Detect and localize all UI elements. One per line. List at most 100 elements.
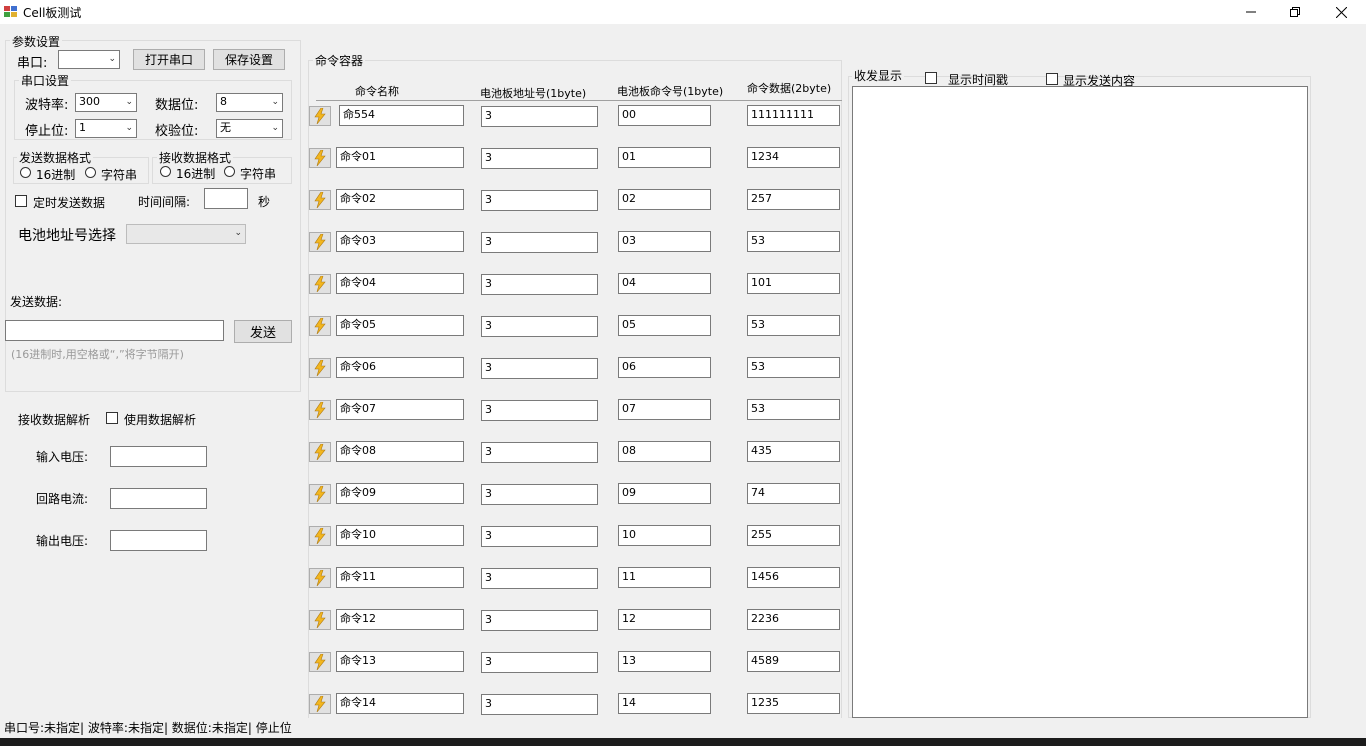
battery-addr-field[interactable]: 3 (481, 568, 598, 589)
battery-cmd-field[interactable]: 12 (618, 609, 711, 630)
send-hex-radio[interactable] (20, 167, 31, 178)
open-port-button[interactable]: 打开串口 (133, 49, 205, 70)
battery-addr-field[interactable]: 3 (481, 148, 598, 169)
command-data-field[interactable]: 1235 (747, 693, 840, 714)
battery-cmd-field[interactable]: 01 (618, 147, 711, 168)
command-name-field[interactable]: 命令13 (336, 651, 464, 672)
battery-addr-field[interactable]: 3 (481, 232, 598, 253)
send-button[interactable]: 发送 (234, 320, 292, 343)
show-timestamp-checkbox[interactable] (925, 72, 937, 84)
command-name-field[interactable]: 命令04 (336, 273, 464, 294)
command-data-field[interactable]: 53 (747, 315, 840, 336)
send-command-button[interactable] (309, 358, 331, 378)
command-name-field[interactable]: 命令10 (336, 525, 464, 546)
command-data-field[interactable]: 1456 (747, 567, 840, 588)
interval-input[interactable] (204, 188, 248, 209)
command-data-field[interactable]: 74 (747, 483, 840, 504)
battery-addr-field[interactable]: 3 (481, 484, 598, 505)
send-command-button[interactable] (309, 568, 331, 588)
command-name-field[interactable]: 命令06 (336, 357, 464, 378)
battery-addr-field[interactable]: 3 (481, 400, 598, 421)
send-command-button[interactable] (309, 190, 331, 210)
baud-select[interactable]: 300 ⌄ (75, 93, 137, 112)
command-name-field[interactable]: 命令11 (336, 567, 464, 588)
stopbits-select[interactable]: 1 ⌄ (75, 119, 137, 138)
command-data-field[interactable]: 4589 (747, 651, 840, 672)
send-data-input[interactable] (5, 320, 224, 341)
battery-addr-field[interactable]: 3 (481, 610, 598, 631)
command-name-field[interactable]: 命令09 (336, 483, 464, 504)
send-command-button[interactable] (309, 442, 331, 462)
output-voltage-field[interactable] (110, 530, 207, 551)
send-command-button[interactable] (309, 232, 331, 252)
battery-addr-field[interactable]: 3 (481, 358, 598, 379)
send-command-button[interactable] (309, 148, 331, 168)
command-data-field[interactable]: 111111111 (747, 105, 840, 126)
battery-cmd-field[interactable]: 14 (618, 693, 711, 714)
battery-addr-field[interactable]: 3 (481, 106, 598, 127)
command-name-field[interactable]: 命令03 (336, 231, 464, 252)
command-name-field[interactable]: 命令01 (336, 147, 464, 168)
battery-cmd-field[interactable]: 07 (618, 399, 711, 420)
command-data-field[interactable]: 53 (747, 357, 840, 378)
command-name-field[interactable]: 命令07 (336, 399, 464, 420)
command-name-field[interactable]: 命554 (339, 105, 464, 126)
battery-addr-field[interactable]: 3 (481, 316, 598, 337)
command-name-field[interactable]: 命令05 (336, 315, 464, 336)
battery-cmd-field[interactable]: 08 (618, 441, 711, 462)
send-command-button[interactable] (309, 274, 331, 294)
battery-addr-field[interactable]: 3 (481, 652, 598, 673)
send-command-button[interactable] (309, 694, 331, 714)
command-data-field[interactable]: 257 (747, 189, 840, 210)
battery-cmd-field[interactable]: 00 (618, 105, 711, 126)
battery-cmd-field[interactable]: 11 (618, 567, 711, 588)
loop-current-field[interactable] (110, 488, 207, 509)
send-command-button[interactable] (309, 106, 331, 126)
command-name-field[interactable]: 命令12 (336, 609, 464, 630)
battery-cmd-field[interactable]: 10 (618, 525, 711, 546)
battery-cmd-field[interactable]: 13 (618, 651, 711, 672)
battery-cmd-field[interactable]: 04 (618, 273, 711, 294)
command-name-field[interactable]: 命令02 (336, 189, 464, 210)
send-command-button[interactable] (309, 400, 331, 420)
battery-addr-field[interactable]: 3 (481, 442, 598, 463)
command-data-field[interactable]: 53 (747, 399, 840, 420)
command-name-field[interactable]: 命令08 (336, 441, 464, 462)
battery-cmd-field[interactable]: 02 (618, 189, 711, 210)
battery-cmd-field[interactable]: 06 (618, 357, 711, 378)
send-str-radio[interactable] (85, 167, 96, 178)
battery-cmd-field[interactable]: 03 (618, 231, 711, 252)
battery-addr-field[interactable]: 3 (481, 190, 598, 211)
parity-select[interactable]: 无 ⌄ (216, 119, 283, 138)
command-data-field[interactable]: 53 (747, 231, 840, 252)
command-data-field[interactable]: 435 (747, 441, 840, 462)
battery-cmd-field[interactable]: 05 (618, 315, 711, 336)
command-data-field[interactable]: 255 (747, 525, 840, 546)
battery-addr-field[interactable]: 3 (481, 526, 598, 547)
timed-send-checkbox[interactable] (15, 195, 27, 207)
send-command-button[interactable] (309, 484, 331, 504)
use-parse-checkbox[interactable] (106, 412, 118, 424)
save-settings-button[interactable]: 保存设置 (213, 49, 285, 70)
command-data-field[interactable]: 2236 (747, 609, 840, 630)
command-data-field[interactable]: 1234 (747, 147, 840, 168)
send-command-button[interactable] (309, 610, 331, 630)
receive-display-area[interactable] (852, 86, 1308, 718)
close-button[interactable] (1318, 0, 1364, 24)
send-command-button[interactable] (309, 652, 331, 672)
battery-addr-field[interactable]: 3 (481, 694, 598, 715)
command-name-field[interactable]: 命令14 (336, 693, 464, 714)
show-sent-checkbox[interactable] (1046, 73, 1058, 85)
recv-str-radio[interactable] (224, 166, 235, 177)
restore-button[interactable] (1272, 0, 1318, 24)
databits-select[interactable]: 8 ⌄ (216, 93, 283, 112)
battery-addr-field[interactable]: 3 (481, 274, 598, 295)
battery-cmd-field[interactable]: 09 (618, 483, 711, 504)
send-command-button[interactable] (309, 526, 331, 546)
battery-addr-select[interactable]: ⌄ (126, 224, 246, 244)
send-command-button[interactable] (309, 316, 331, 336)
minimize-button[interactable] (1228, 0, 1274, 24)
command-data-field[interactable]: 101 (747, 273, 840, 294)
port-select[interactable]: ⌄ (58, 50, 120, 69)
input-voltage-field[interactable] (110, 446, 207, 467)
